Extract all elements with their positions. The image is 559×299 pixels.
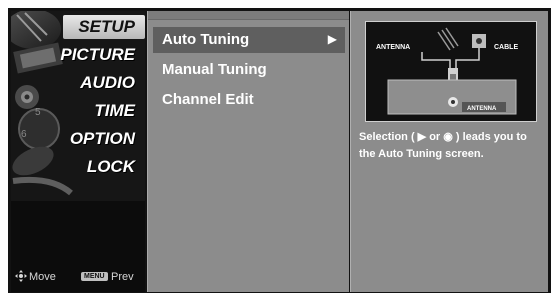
main-menu: 6 5 SETUP PICTURE AUDIO TIME OPTION LOCK (11, 11, 145, 292)
menu-button-icon: MENU (81, 272, 108, 281)
menu-item-label: SETUP (78, 17, 135, 36)
menu-footer: Move MENU Prev (11, 268, 145, 288)
submenu-panel: Auto Tuning ▶ Manual Tuning Channel Edit (147, 11, 349, 292)
cable-label: CABLE (494, 44, 518, 51)
move-dpad-icon (15, 270, 27, 282)
menu-item-picture[interactable]: PICTURE (11, 41, 145, 68)
submenu-item-channel-edit[interactable]: Channel Edit (153, 87, 345, 113)
menu-item-label: PICTURE (60, 45, 135, 64)
help-panel: ANTENNA CABLE ANTENNA Selection ( ▶ or ◉… (350, 11, 548, 292)
menu-item-lock[interactable]: LOCK (11, 153, 145, 180)
menu-item-label: OPTION (69, 129, 135, 148)
cable-socket-icon (472, 34, 486, 48)
tv-osd-screen: 6 5 SETUP PICTURE AUDIO TIME OPTION LOCK (0, 0, 559, 299)
help-description: Selection ( ▶ or ◉ ) leads you to the Au… (359, 131, 527, 160)
menu-item-setup[interactable]: SETUP (11, 13, 145, 40)
submenu-top-bar (148, 11, 349, 20)
menu-item-label: LOCK (86, 157, 135, 176)
submenu-item-label: Manual Tuning (162, 61, 267, 78)
menu-item-time[interactable]: TIME (11, 97, 145, 124)
menu-item-option[interactable]: OPTION (11, 125, 145, 152)
prev-hint-label: Prev (111, 271, 134, 283)
menu-item-label: AUDIO (80, 73, 135, 92)
antenna-label: ANTENNA (376, 44, 410, 51)
menu-item-audio[interactable]: AUDIO (11, 69, 145, 96)
submenu-item-label: Channel Edit (162, 91, 254, 108)
move-hint-label: Move (29, 271, 56, 283)
submenu-item-manual-tuning[interactable]: Manual Tuning (153, 57, 345, 83)
port-label: ANTENNA (467, 106, 497, 112)
submenu-item-label: Auto Tuning (162, 31, 250, 48)
submenu-item-auto-tuning[interactable]: Auto Tuning ▶ (153, 27, 345, 53)
arrow-right-icon: ▶ (327, 32, 337, 46)
antenna-connection-diagram: ANTENNA CABLE ANTENNA (365, 21, 537, 122)
menu-item-label: TIME (94, 101, 135, 120)
